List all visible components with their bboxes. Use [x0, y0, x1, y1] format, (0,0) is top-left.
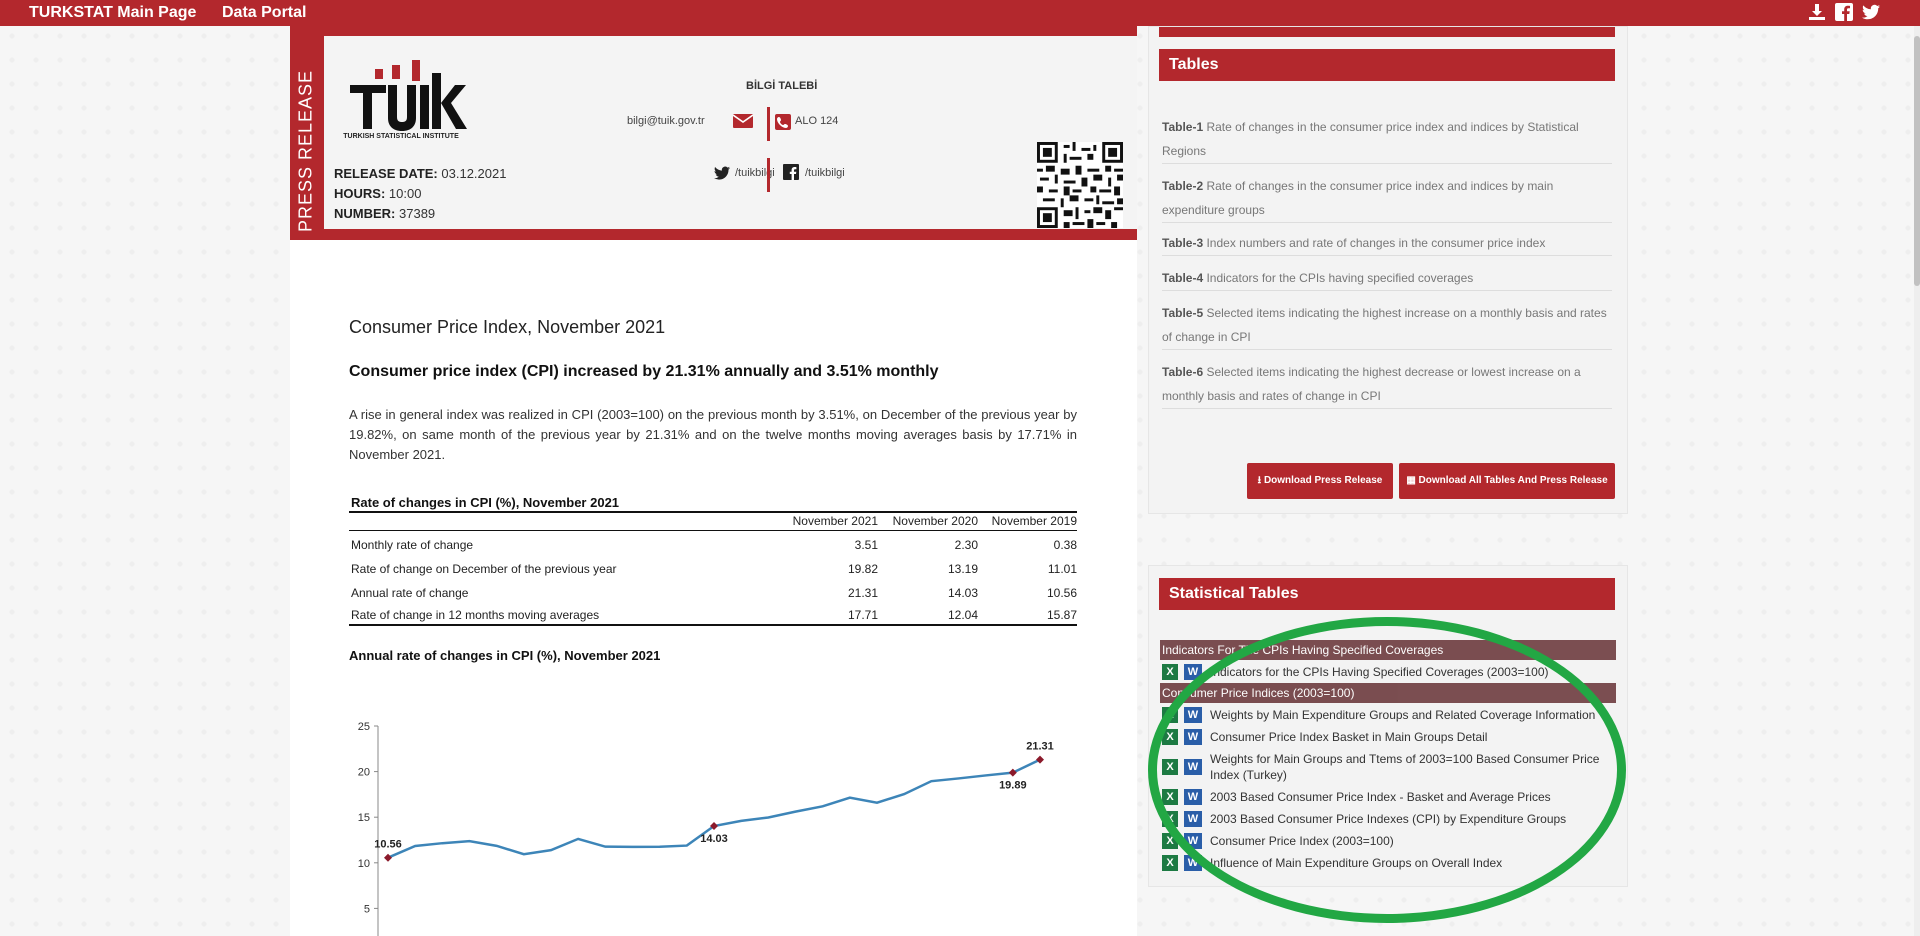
scrollbar-thumb[interactable]: [1914, 36, 1920, 286]
facebook-icon: [783, 164, 799, 180]
excel-icon[interactable]: X: [1162, 664, 1178, 680]
y-tick-label: 15: [358, 812, 370, 824]
separator: [767, 158, 770, 192]
contact-email[interactable]: bilgi@tuik.gov.tr: [627, 115, 705, 127]
category-header[interactable]: Consumer Price Indices (2003=100): [1160, 683, 1616, 703]
excel-icon[interactable]: X: [1162, 833, 1178, 849]
page-title: Consumer Price Index, November 2021: [349, 317, 666, 337]
cpi-line-chart: 051015202510.5614.0319.8921.31: [358, 721, 1054, 936]
word-icon[interactable]: W: [1184, 855, 1202, 871]
nav-link-turkstat-main[interactable]: TURKSTAT Main Page: [29, 4, 196, 22]
word-icon[interactable]: W: [1184, 789, 1202, 805]
table-column-header: November 2019: [991, 514, 1077, 528]
cpi-table-title: Rate of changes in CPI (%), November 202…: [351, 495, 620, 510]
table-icon: ▦: [1406, 475, 1416, 486]
panel-top-strip: [1159, 27, 1615, 37]
excel-icon[interactable]: X: [1162, 855, 1178, 871]
bilgi-talebi-title: BİLGİ TALEBİ: [746, 80, 818, 92]
data-point-marker: [384, 853, 392, 862]
contact-phone[interactable]: ALO 124: [795, 115, 838, 127]
excel-icon[interactable]: X: [1162, 707, 1178, 723]
excel-icon[interactable]: X: [1162, 759, 1178, 775]
twitter-icon: [713, 166, 731, 180]
top-nav-bar: TURKSTAT Main Page Data Portal: [0, 0, 1920, 26]
table-bottom-rule: [349, 624, 1077, 626]
data-label: 19.89: [999, 780, 1027, 792]
table-link-4[interactable]: Table-4 Indicators for the CPIs having s…: [1162, 266, 1612, 291]
word-icon[interactable]: W: [1184, 729, 1202, 745]
intro-paragraph: A rise in general index was realized in …: [349, 407, 1077, 462]
word-icon[interactable]: W: [1184, 833, 1202, 849]
y-tick-label: 20: [358, 767, 370, 779]
table-top-rule: [349, 511, 1077, 513]
twitter-icon[interactable]: [1861, 2, 1881, 22]
separator: [767, 107, 770, 141]
download-icon[interactable]: [1807, 2, 1827, 22]
press-release-vertical-label: PRESS RELEASE: [295, 69, 316, 233]
word-icon[interactable]: W: [1184, 759, 1202, 775]
chart-title: Annual rate of changes in CPI (%), Novem…: [349, 648, 661, 663]
table-header-rule: [349, 530, 1077, 531]
table-row: Annual rate of change 21.31 14.03 10.56: [351, 586, 1077, 600]
table-link-5[interactable]: Table-5 Selected items indicating the hi…: [1162, 301, 1612, 350]
release-date: 03.12.2021: [441, 166, 507, 181]
facebook-icon[interactable]: [1834, 2, 1854, 22]
excel-icon[interactable]: X: [1162, 729, 1178, 745]
word-icon[interactable]: W: [1184, 707, 1202, 723]
data-point-marker: [1008, 768, 1017, 777]
table-column-header: November 2021: [792, 514, 878, 528]
category-header[interactable]: Indicators For The CPIs Having Specified…: [1160, 640, 1616, 660]
page-subtitle: Consumer price index (CPI) increased by …: [349, 363, 939, 380]
word-icon[interactable]: W: [1184, 664, 1202, 680]
press-release-info-box: TURKISH STATISTICAL INSTITUTE RELEASE DA…: [324, 36, 1137, 229]
table-link-1[interactable]: Table-1 Rate of changes in the consumer …: [1162, 115, 1612, 164]
envelope-icon: [733, 114, 753, 128]
table-row: Rate of change on December of the previo…: [351, 562, 1077, 576]
qr-code: [1037, 142, 1123, 228]
nav-link-data-portal[interactable]: Data Portal: [222, 4, 306, 22]
download-press-release-button[interactable]: ⭳ Download Press Release: [1247, 463, 1393, 499]
word-icon[interactable]: W: [1184, 811, 1202, 827]
download-all-tables-button[interactable]: ▦ Download All Tables And Press Release: [1399, 463, 1615, 499]
tables-panel-title: Tables: [1159, 49, 1615, 81]
tables-panel: Tables Table-1 Rate of changes in the co…: [1148, 26, 1628, 514]
release-hours: 10:00: [388, 186, 422, 201]
table-link-6[interactable]: Table-6 Selected items indicating the hi…: [1162, 360, 1612, 409]
y-tick-label: 5: [364, 903, 370, 915]
table-link-3[interactable]: Table-3 Index numbers and rate of change…: [1162, 231, 1612, 256]
table-column-header: November 2020: [892, 514, 978, 528]
logo-subtitle: TURKISH STATISTICAL INSTITUTE: [343, 133, 459, 140]
phone-icon: [775, 114, 791, 130]
contact-facebook[interactable]: /tuikbilgi: [805, 167, 845, 179]
excel-icon[interactable]: X: [1162, 789, 1178, 805]
y-tick-label: 10: [358, 858, 370, 870]
data-label: 14.03: [700, 833, 728, 845]
table-row: Monthly rate of change 3.51 2.30 0.38: [351, 538, 1077, 552]
page-scrollbar[interactable]: [1914, 26, 1920, 936]
data-point-marker: [1036, 755, 1044, 764]
main-content: PRESS RELEASE TURKISH STATISTICAL INSTIT…: [290, 26, 1137, 936]
table-row: Rate of change in 12 months moving avera…: [351, 608, 1077, 622]
press-release-header: PRESS RELEASE TURKISH STATISTICAL INSTIT…: [290, 26, 1137, 240]
data-label: 21.31: [1026, 741, 1054, 753]
data-label: 10.56: [374, 839, 402, 851]
release-info: RELEASE DATE: 03.12.2021 HOURS: 10:00 NU…: [334, 166, 507, 221]
download-icon: ⭳: [1257, 475, 1262, 486]
statistical-tables-title: Statistical Tables: [1159, 578, 1615, 610]
y-tick-label: 25: [358, 721, 370, 733]
release-number: 37389: [399, 206, 436, 221]
excel-icon[interactable]: X: [1162, 811, 1178, 827]
table-link-2[interactable]: Table-2 Rate of changes in the consumer …: [1162, 174, 1612, 223]
